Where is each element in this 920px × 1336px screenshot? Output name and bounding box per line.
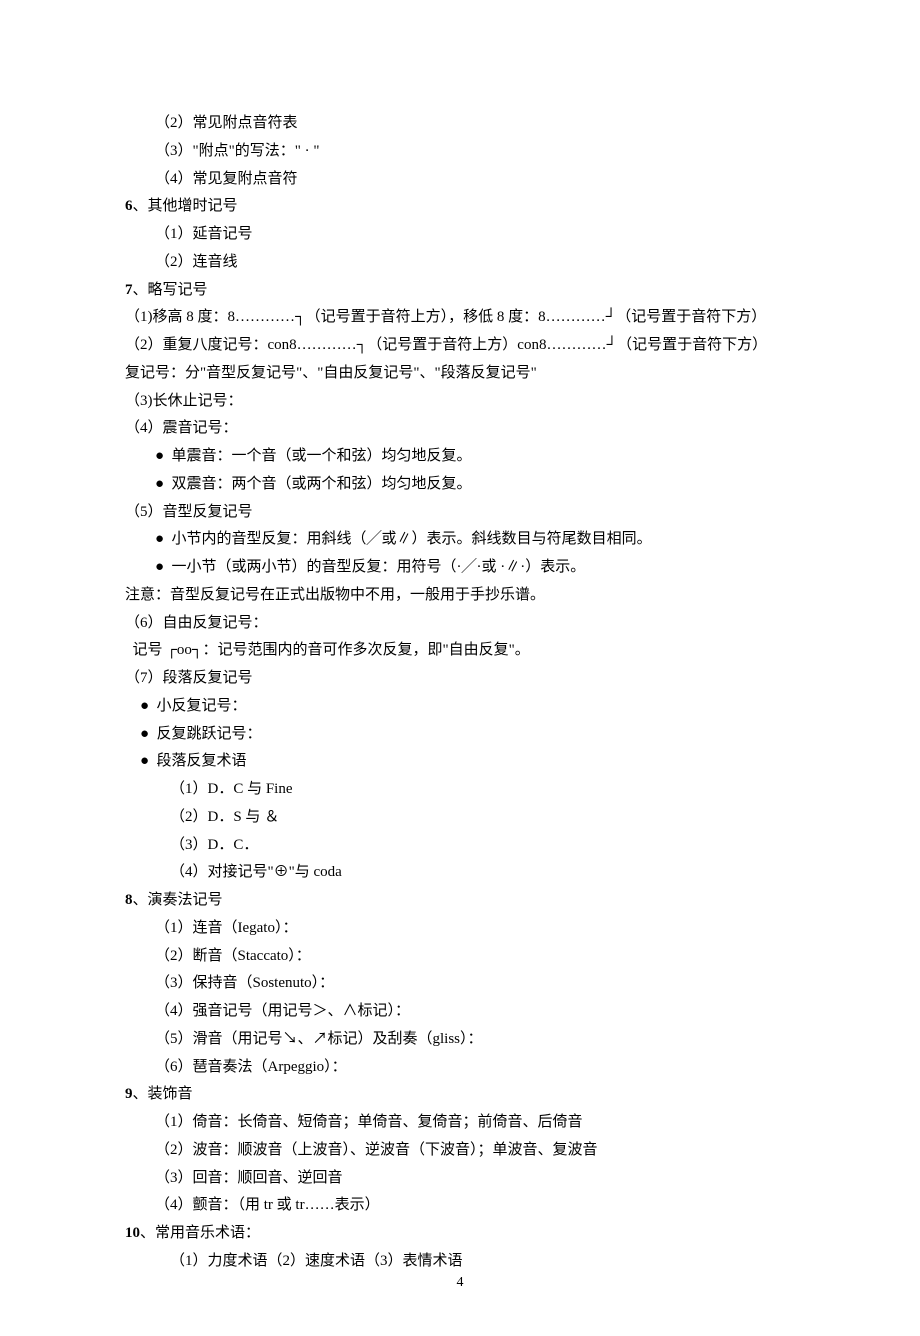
text-line: （2）连音线 [125,249,795,277]
section-heading-6: 6、其他增时记号 [125,193,795,221]
text-line: （2）断音（Staccato）： [125,943,795,971]
text-line: 注意：音型反复记号在正式出版物中不用，一般用于手抄乐谱。 [125,582,795,610]
section-heading-10: 10、常用音乐术语： [125,1220,795,1248]
text-line: （3）回音：顺回音、逆回音 [125,1165,795,1193]
bullet-item: ● 小节内的音型反复：用斜线（╱或∥）表示。斜线数目与符尾数目相同。 [125,526,795,554]
heading-number: 6 [125,198,133,214]
text-line: （1）倚音：长倚音、短倚音；单倚音、复倚音；前倚音、后倚音 [125,1109,795,1137]
text-line: （5）滑音（用记号↘、↗标记）及刮奏（gliss）： [125,1026,795,1054]
text-line: （1)移高 8 度：8…………┐（记号置于音符上方），移低 8 度：8…………┘… [125,304,795,332]
bullet-item: ● 双震音：两个音（或两个和弦）均匀地反复。 [125,471,795,499]
heading-number: 7 [125,282,133,298]
text-line: （3)长休止记号： [125,388,795,416]
heading-text: 、其他增时记号 [133,198,238,214]
text-line: （7）段落反复记号 [125,665,795,693]
text-line: （4）颤音：（用 tr 或 tr……表示） [125,1192,795,1220]
text-line: （2）重复八度记号：con8…………┐（记号置于音符上方）con8…………┘（记… [125,332,795,360]
bullet-item: ● 反复跳跃记号： [125,721,795,749]
text-line: （3）保持音（Sostenuto）： [125,970,795,998]
symbol-ampersand: ＆ [264,809,279,825]
heading-text: 、常用音乐术语： [140,1225,260,1241]
document-page: （2）常见附点音符表 （3）"附点"的写法：" · " （4）常见复附点音符 6… [0,0,920,1336]
heading-text: 、略写记号 [133,282,208,298]
bullet-item: ● 段落反复术语 [125,748,795,776]
text-line: （4）强音记号（用记号＞、∧标记）： [125,998,795,1026]
bullet-item: ● 一小节（或两小节）的音型反复：用符号（·╱·或 ·∥·）表示。 [125,554,795,582]
text-line: （2）D．S 与 ＆ [125,804,795,832]
heading-number: 8 [125,892,133,908]
text-span: （2）D．S 与 [170,809,264,825]
text-line: （4）震音记号： [125,415,795,443]
heading-text: 、演奏法记号 [133,892,223,908]
text-line: （1）延音记号 [125,221,795,249]
bullet-item: ● 小反复记号： [125,693,795,721]
text-line: （1）连音（Iegato）： [125,915,795,943]
text-line: （3）D．C． [125,832,795,860]
text-line: 记号 ┌oo┐：记号范围内的音可作多次反复，即"自由反复"。 [125,637,795,665]
text-line: 复记号：分"音型反复记号"、"自由反复记号"、"段落反复记号" [125,360,795,388]
text-line: （4）常见复附点音符 [125,166,795,194]
text-line: （3）"附点"的写法：" · " [125,138,795,166]
section-heading-9: 9、装饰音 [125,1081,795,1109]
text-line: （2）波音：顺波音（上波音）、逆波音（下波音）；单波音、复波音 [125,1137,795,1165]
section-heading-8: 8、演奏法记号 [125,887,795,915]
text-line: （1）D．C 与 Fine [125,776,795,804]
text-line: （6）自由反复记号： [125,610,795,638]
bullet-item: ● 单震音：一个音（或一个和弦）均匀地反复。 [125,443,795,471]
heading-number: 9 [125,1086,133,1102]
heading-text: 、装饰音 [133,1086,193,1102]
text-line: （5）音型反复记号 [125,499,795,527]
text-line: （6）琶音奏法（Arpeggio）： [125,1054,795,1082]
page-number: 4 [0,1270,920,1296]
text-line: （4）对接记号"⊕"与 coda [125,859,795,887]
section-heading-7: 7、略写记号 [125,277,795,305]
heading-number: 10 [125,1225,140,1241]
text-line: （2）常见附点音符表 [125,110,795,138]
